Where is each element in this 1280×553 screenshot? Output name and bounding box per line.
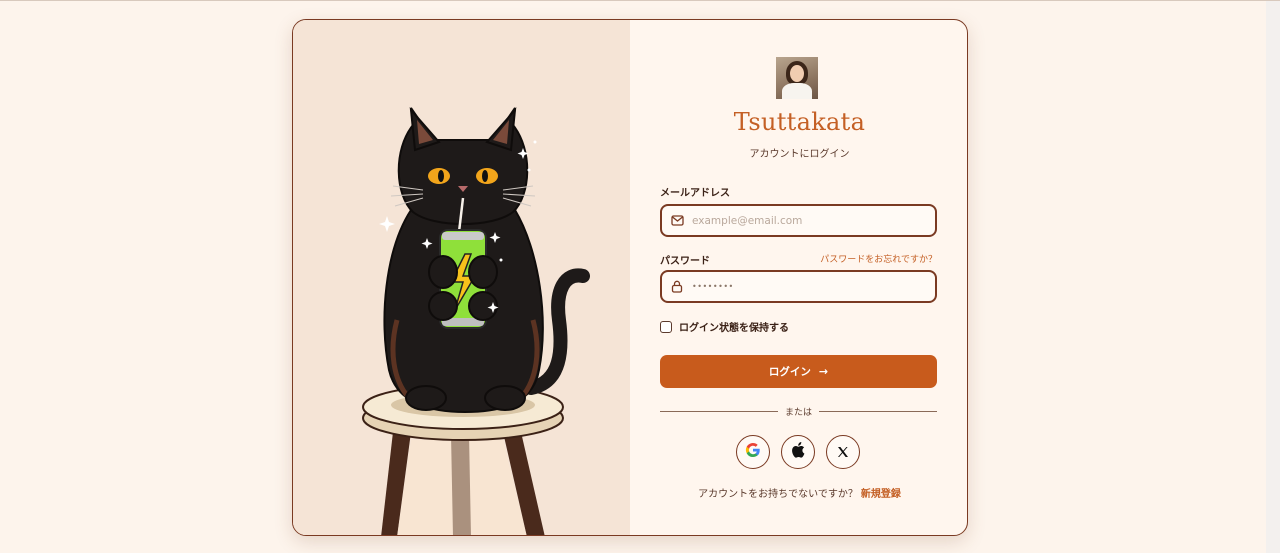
signup-link[interactable]: 新規登録 bbox=[861, 489, 901, 500]
remember-me[interactable]: ログイン状態を保持する bbox=[660, 319, 789, 334]
x-login-button[interactable] bbox=[826, 435, 860, 469]
google-login-button[interactable] bbox=[736, 435, 770, 469]
email-placeholder: example@email.com bbox=[692, 214, 803, 227]
remember-checkbox[interactable] bbox=[660, 320, 672, 333]
lock-icon bbox=[670, 280, 684, 294]
scrollbar[interactable] bbox=[1266, 1, 1280, 553]
x-icon bbox=[837, 443, 849, 462]
divider-text: または bbox=[784, 408, 812, 418]
or-divider: または bbox=[660, 405, 937, 418]
mail-icon bbox=[670, 214, 684, 228]
login-form-panel: Tsuttakata アカウントにログイン メールアドレス example@em… bbox=[630, 20, 967, 535]
password-field[interactable]: •••••••• bbox=[660, 270, 937, 303]
password-value: •••••••• bbox=[692, 282, 734, 291]
apple-icon bbox=[791, 442, 805, 462]
brand-title: Tsuttakata bbox=[733, 108, 866, 136]
cat-illustration bbox=[362, 106, 590, 535]
apple-login-button[interactable] bbox=[781, 435, 815, 469]
login-button-label: ログイン bbox=[768, 366, 811, 378]
login-button[interactable]: ログイン → bbox=[660, 355, 937, 388]
login-card: Tsuttakata アカウントにログイン メールアドレス example@em… bbox=[292, 19, 968, 536]
email-label: メールアドレス bbox=[660, 188, 730, 199]
avatar bbox=[776, 57, 818, 99]
email-field[interactable]: example@email.com bbox=[660, 204, 937, 237]
remember-label: ログイン状態を保持する bbox=[679, 323, 789, 334]
signup-prompt: アカウントをお持ちでないですか？ 新規登録 bbox=[630, 485, 967, 500]
google-icon bbox=[745, 442, 761, 462]
password-label: パスワード bbox=[660, 256, 710, 267]
arrow-right-icon: → bbox=[818, 365, 829, 378]
page-subtitle: アカウントにログイン bbox=[749, 149, 850, 160]
illustration-panel bbox=[293, 20, 630, 535]
signup-prompt-text: アカウントをお持ちでないですか？ bbox=[698, 489, 858, 500]
forgot-password-link[interactable]: パスワードをお忘れですか？ bbox=[820, 252, 937, 265]
top-border bbox=[0, 0, 1280, 1]
